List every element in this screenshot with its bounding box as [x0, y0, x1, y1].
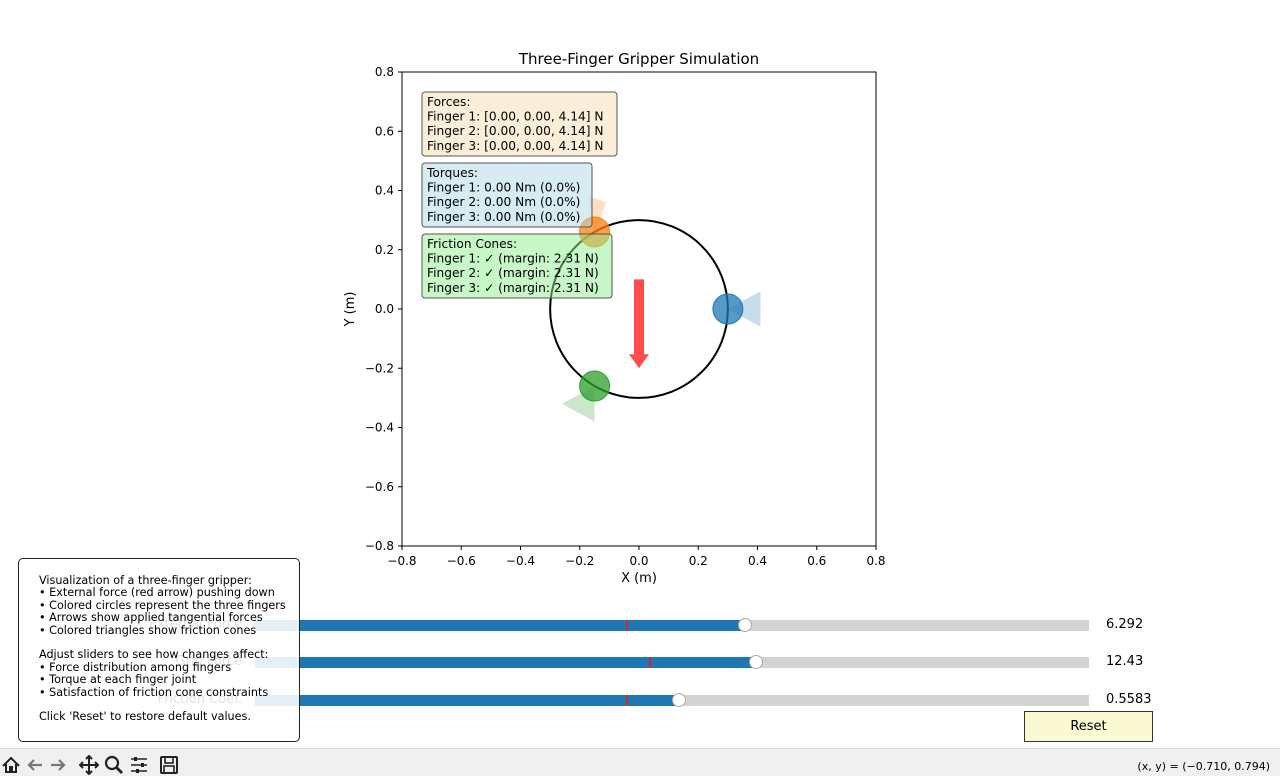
- y-tick-label: 0.8: [375, 65, 394, 79]
- info-line: Adjust sliders to see how changes affect…: [39, 648, 269, 662]
- info-line: • External force (red arrow) pushing dow…: [39, 586, 275, 600]
- y-tick-label: 0.4: [375, 184, 394, 198]
- plot-marks: [549, 196, 761, 422]
- external-force-slider-init-marker: [626, 620, 629, 631]
- slider-panel: [255, 612, 1089, 712]
- info-box: Visualization of a three-finger gripper:…: [18, 558, 300, 742]
- chart-title: Three-Finger Gripper Simulation: [518, 50, 759, 68]
- navigation-toolbar: (x, y) = (−0.710, 0.794): [0, 748, 1280, 776]
- friction-coef-slider-handle[interactable]: [671, 693, 686, 707]
- y-tick-label: 0.6: [375, 124, 394, 138]
- back-icon: [27, 759, 42, 771]
- x-tick-label: 0.2: [689, 554, 708, 568]
- finger-2-marker: [712, 293, 744, 325]
- friction-coef-slider-fill: [255, 695, 679, 706]
- x-tick-label: 0.8: [866, 554, 885, 568]
- back-button[interactable]: [24, 754, 46, 776]
- pan-button[interactable]: [78, 754, 100, 776]
- info-line: Click 'Reset' to restore default values.: [39, 710, 251, 724]
- y-tick-label: 0.0: [375, 302, 394, 316]
- external-force-arrow: [629, 279, 649, 369]
- forward-button[interactable]: [47, 754, 69, 776]
- info-line: • Arrows show applied tangential forces: [39, 611, 263, 625]
- torques-box-line: Finger 2: 0.00 Nm (0.0%): [427, 195, 580, 209]
- grip-force-slider-handle[interactable]: [749, 655, 764, 669]
- external-force-slider[interactable]: [255, 618, 1089, 632]
- forces-box-line: Finger 1: [0.00, 0.00, 4.14] N: [427, 110, 604, 124]
- home-button[interactable]: [0, 754, 22, 776]
- y-tick-label: −0.8: [365, 539, 394, 553]
- torques-box: Torques:Finger 1: 0.00 Nm (0.0%)Finger 2…: [421, 162, 593, 228]
- torques-box-line: Finger 1: 0.00 Nm (0.0%): [427, 181, 580, 195]
- zoom-icon: [104, 755, 123, 774]
- save-icon: [160, 756, 178, 774]
- friction-cones-box: Friction Cones:Finger 1: ✓ (margin: 2.31…: [421, 233, 613, 299]
- x-tick-label: −0.4: [506, 554, 535, 568]
- grip-force-slider-init-marker: [648, 657, 651, 668]
- friction-coef-slider-value: 0.5583: [1106, 692, 1152, 707]
- forces-box-line: Forces:: [427, 95, 470, 109]
- x-axis-label: X (m): [621, 571, 657, 586]
- reset-button[interactable]: Reset: [1024, 711, 1153, 742]
- y-axis-label: Y (m): [343, 292, 358, 328]
- info-line: • Colored triangles show friction cones: [39, 623, 257, 637]
- x-tick-label: 0.4: [748, 554, 767, 568]
- info-line: • Satisfaction of friction cone constrai…: [39, 685, 269, 699]
- x-tick-label: 0.6: [807, 554, 826, 568]
- x-tick-label: 0.0: [629, 554, 648, 568]
- forces-box-line: Finger 2: [0.00, 0.00, 4.14] N: [427, 124, 604, 138]
- y-tick-label: −0.6: [365, 480, 394, 494]
- external-force-slider-fill: [255, 620, 745, 631]
- zoom-button[interactable]: [103, 754, 125, 776]
- forces-box-line: Finger 3: [0.00, 0.00, 4.14] N: [427, 139, 604, 153]
- annotation-boxes: Forces:Finger 1: [0.00, 0.00, 4.14] NFin…: [421, 91, 618, 299]
- friction-cones-box-line: Finger 2: ✓ (margin: 2.31 N): [427, 266, 599, 280]
- info-line: • Torque at each finger joint: [39, 673, 197, 687]
- friction-coef-slider[interactable]: [255, 693, 1089, 707]
- configure-subplots-icon: [131, 757, 147, 773]
- configure-subplots-button[interactable]: [128, 754, 150, 776]
- grip-force-slider-value: 12.43: [1106, 654, 1144, 669]
- external-force-slider-value: 6.292: [1106, 617, 1144, 632]
- grip-force-slider[interactable]: [255, 655, 1089, 669]
- save-button[interactable]: [158, 754, 180, 776]
- friction-cones-box-line: Friction Cones:: [427, 237, 517, 251]
- pan-icon: [79, 755, 99, 775]
- external-force-slider-handle[interactable]: [737, 618, 752, 632]
- forces-box: Forces:Finger 1: [0.00, 0.00, 4.14] NFin…: [421, 91, 618, 157]
- torques-box-line: Finger 3: 0.00 Nm (0.0%): [427, 210, 580, 224]
- friction-cones-box-line: Finger 3: ✓ (margin: 2.31 N): [427, 281, 599, 295]
- x-tick-label: −0.2: [565, 554, 594, 568]
- y-tick-label: −0.2: [365, 361, 394, 375]
- x-tick-label: −0.6: [447, 554, 476, 568]
- x-tick-label: −0.8: [387, 554, 416, 568]
- finger-3-marker: [579, 370, 611, 402]
- friction-cones-box-line: Finger 1: ✓ (margin: 2.31 N): [427, 252, 599, 266]
- y-tick-label: 0.2: [375, 243, 394, 257]
- forward-icon: [51, 759, 66, 771]
- torques-box-line: Torques:: [426, 166, 478, 180]
- y-tick-label: −0.4: [365, 421, 394, 435]
- friction-coef-slider-init-marker: [626, 695, 629, 706]
- home-icon: [2, 756, 20, 773]
- coordinate-readout: (x, y) = (−0.710, 0.794): [1137, 760, 1270, 773]
- grip-force-slider-fill: [255, 657, 757, 668]
